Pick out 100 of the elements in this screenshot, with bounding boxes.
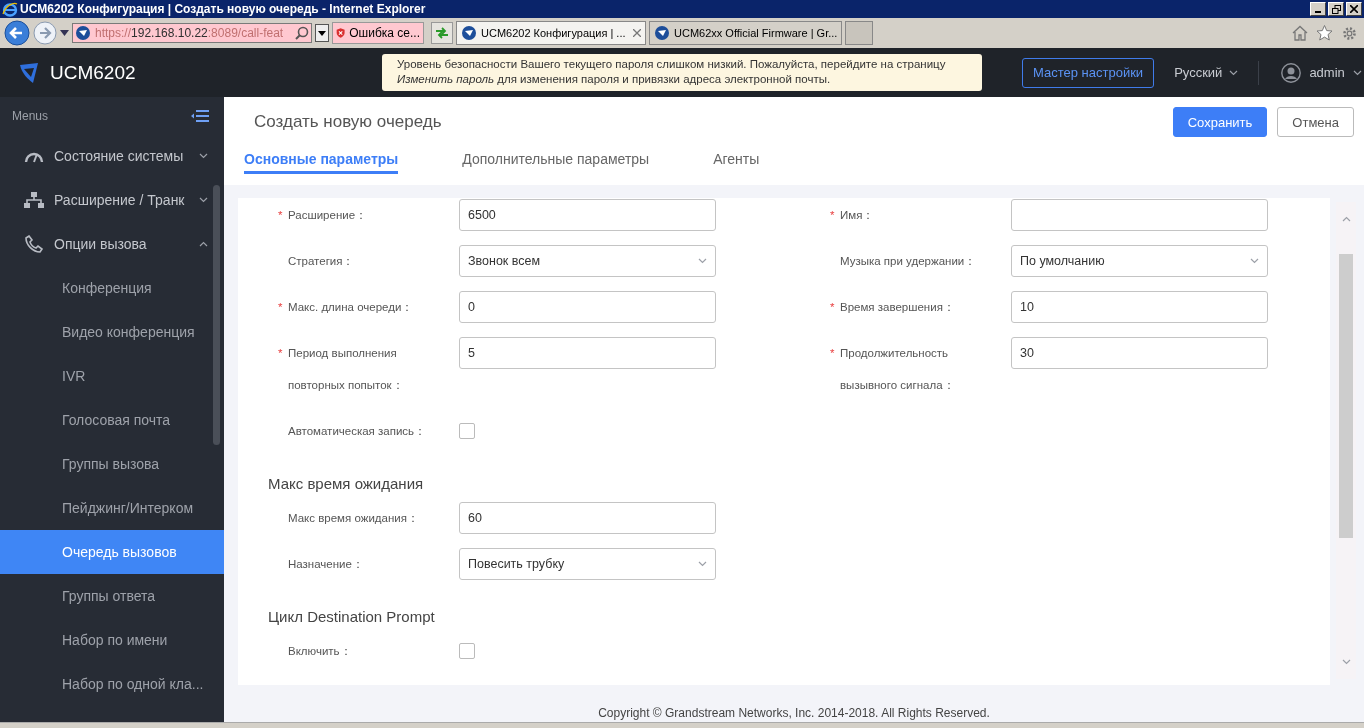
text-field[interactable]: 10 bbox=[1011, 291, 1268, 323]
close-button[interactable] bbox=[1346, 2, 1362, 16]
certificate-error-button[interactable]: Ошибка се... bbox=[332, 22, 424, 44]
field-label: Включить： bbox=[288, 644, 352, 659]
close-icon bbox=[1350, 5, 1358, 13]
menu-group[interactable]: Состояние системы bbox=[0, 134, 224, 178]
site-icon bbox=[461, 25, 477, 41]
network-icon bbox=[24, 192, 44, 208]
field-label: Стратегия： bbox=[288, 254, 355, 269]
chevron-icon bbox=[199, 153, 208, 159]
field-label: Время завершения： bbox=[840, 300, 955, 315]
menu-item[interactable]: Группы ответа bbox=[0, 574, 224, 618]
menu-item[interactable]: Пейджинг/Интерком bbox=[0, 486, 224, 530]
select-field[interactable]: По умолчанию bbox=[1011, 245, 1268, 277]
text-field[interactable]: 60 bbox=[459, 502, 716, 534]
star-icon[interactable] bbox=[1316, 25, 1333, 41]
address-field[interactable]: https://192.168.10.22:8089/call-feat bbox=[72, 23, 312, 43]
browser-tab[interactable]: UCM6202 Конфигурация | ... bbox=[456, 21, 646, 45]
browser-tab[interactable]: UCM62xx Official Firmware | Gr... bbox=[649, 21, 843, 45]
text-field[interactable]: 5 bbox=[459, 337, 716, 369]
required-mark: * bbox=[830, 208, 836, 223]
menu-item[interactable]: Набор по одной кла... bbox=[0, 662, 224, 706]
avatar-icon bbox=[1281, 62, 1302, 83]
menus-label: Menus bbox=[12, 108, 49, 123]
settings-icon[interactable] bbox=[1341, 24, 1358, 42]
caret-icon bbox=[1352, 69, 1362, 76]
checkbox[interactable] bbox=[459, 423, 475, 439]
menu-item[interactable]: Набор по имени bbox=[0, 618, 224, 662]
field-label: Макс время ожидания： bbox=[288, 511, 419, 526]
required-mark: * bbox=[830, 300, 836, 315]
menu-item[interactable]: Видео конференция bbox=[0, 310, 224, 354]
back-button[interactable] bbox=[4, 20, 30, 46]
text-field[interactable]: 30 bbox=[1011, 337, 1268, 369]
dropdown-caret-icon bbox=[1250, 258, 1259, 264]
restore-icon bbox=[1331, 4, 1341, 14]
history-dropdown-icon[interactable] bbox=[60, 30, 69, 36]
address-dropdown-button[interactable] bbox=[315, 24, 329, 42]
caret-icon bbox=[318, 30, 326, 36]
home-icon[interactable] bbox=[1292, 25, 1308, 41]
save-button[interactable]: Сохранить bbox=[1172, 107, 1268, 137]
search-icon bbox=[295, 26, 309, 40]
browser-logo-icon bbox=[2, 1, 18, 17]
compatibility-button[interactable] bbox=[431, 22, 453, 44]
copyright-text: Copyright © Grandstream Networks, Inc. 2014-2018. All Rights Reserved. bbox=[598, 706, 990, 720]
arrows-icon bbox=[434, 26, 450, 40]
section-title: Цикл Destination Prompt bbox=[267, 607, 436, 627]
select-field[interactable]: Звонок всем bbox=[459, 245, 716, 277]
field-label: Макс. длина очереди： bbox=[288, 300, 414, 315]
new-tab-button[interactable] bbox=[845, 21, 874, 45]
required-mark: * bbox=[278, 300, 284, 315]
field-label: Период выполнения повторных попыток： bbox=[288, 346, 405, 393]
chevron-up-icon bbox=[199, 241, 208, 247]
cancel-button[interactable]: Отмена bbox=[1277, 107, 1354, 137]
close-tab-icon[interactable] bbox=[633, 29, 641, 37]
password-notice: Уровень безопасности Вашего текущего пароля слишком низкий. Пожалуйста, перейдите на страницу Изменить пароль для изменения пароля и привязки адреса электронной почты. bbox=[382, 54, 982, 91]
dropdown-caret-icon bbox=[698, 258, 707, 264]
restore-button[interactable] bbox=[1328, 2, 1344, 16]
menu-item[interactable]: Конференция bbox=[0, 266, 224, 310]
text-field[interactable]: 6500 bbox=[459, 199, 716, 231]
field-label: Музыка при удержании： bbox=[840, 254, 977, 269]
page-title: Создать новую очередь bbox=[253, 112, 443, 132]
site-icon bbox=[75, 25, 91, 41]
select-field[interactable]: Повесить трубку bbox=[459, 548, 716, 580]
section-title: Макс время ожидания bbox=[267, 474, 425, 494]
language-selector[interactable]: Русский bbox=[1174, 65, 1239, 80]
chevron-icon bbox=[199, 197, 208, 203]
checkbox[interactable] bbox=[459, 643, 475, 659]
chevron-icon bbox=[1341, 659, 1351, 665]
product-name: UCM6202 bbox=[50, 61, 136, 84]
field-label: Продолжительность вызывного сигнала： bbox=[840, 346, 956, 393]
window-title: UCM6202 Конфигурация | Создать новую очередь - Internet Explorer bbox=[20, 2, 427, 16]
shield-error-icon bbox=[336, 26, 346, 40]
tab[interactable]: Основные параметры bbox=[244, 151, 399, 174]
menu-item[interactable]: Голосовая почта bbox=[0, 398, 224, 442]
field-label: Имя： bbox=[840, 208, 875, 223]
text-field[interactable] bbox=[1011, 199, 1268, 231]
site-icon bbox=[654, 25, 670, 41]
field-label: Расширение： bbox=[288, 208, 368, 223]
minimize-button[interactable] bbox=[1310, 2, 1326, 16]
sidebar-scrollbar[interactable] bbox=[213, 185, 220, 445]
text-field[interactable]: 0 bbox=[459, 291, 716, 323]
required-mark: * bbox=[278, 346, 284, 361]
tab[interactable]: Агенты bbox=[713, 151, 760, 174]
required-mark: * bbox=[278, 208, 284, 223]
field-label: Автоматическая запись： bbox=[288, 424, 427, 439]
menu-item[interactable]: IVR bbox=[0, 354, 224, 398]
caret-icon bbox=[1229, 69, 1239, 76]
menu-group[interactable]: Опции вызова bbox=[0, 222, 224, 266]
collapse-menu-icon[interactable] bbox=[190, 109, 210, 122]
phone-icon bbox=[25, 235, 43, 253]
menu-group[interactable]: Расширение / Транк bbox=[0, 178, 224, 222]
required-mark: * bbox=[830, 346, 836, 361]
menu-item[interactable]: Очередь вызовов bbox=[0, 530, 224, 574]
setup-wizard-button[interactable]: Мастер настройки bbox=[1022, 57, 1155, 88]
user-menu[interactable]: admin bbox=[1309, 65, 1345, 80]
menu-item[interactable]: Группы вызова bbox=[0, 442, 224, 486]
field-label: Назначение： bbox=[288, 557, 364, 572]
dropdown-caret-icon bbox=[698, 561, 707, 567]
tab[interactable]: Дополнительные параметры bbox=[462, 151, 650, 174]
logo-icon bbox=[18, 61, 40, 84]
